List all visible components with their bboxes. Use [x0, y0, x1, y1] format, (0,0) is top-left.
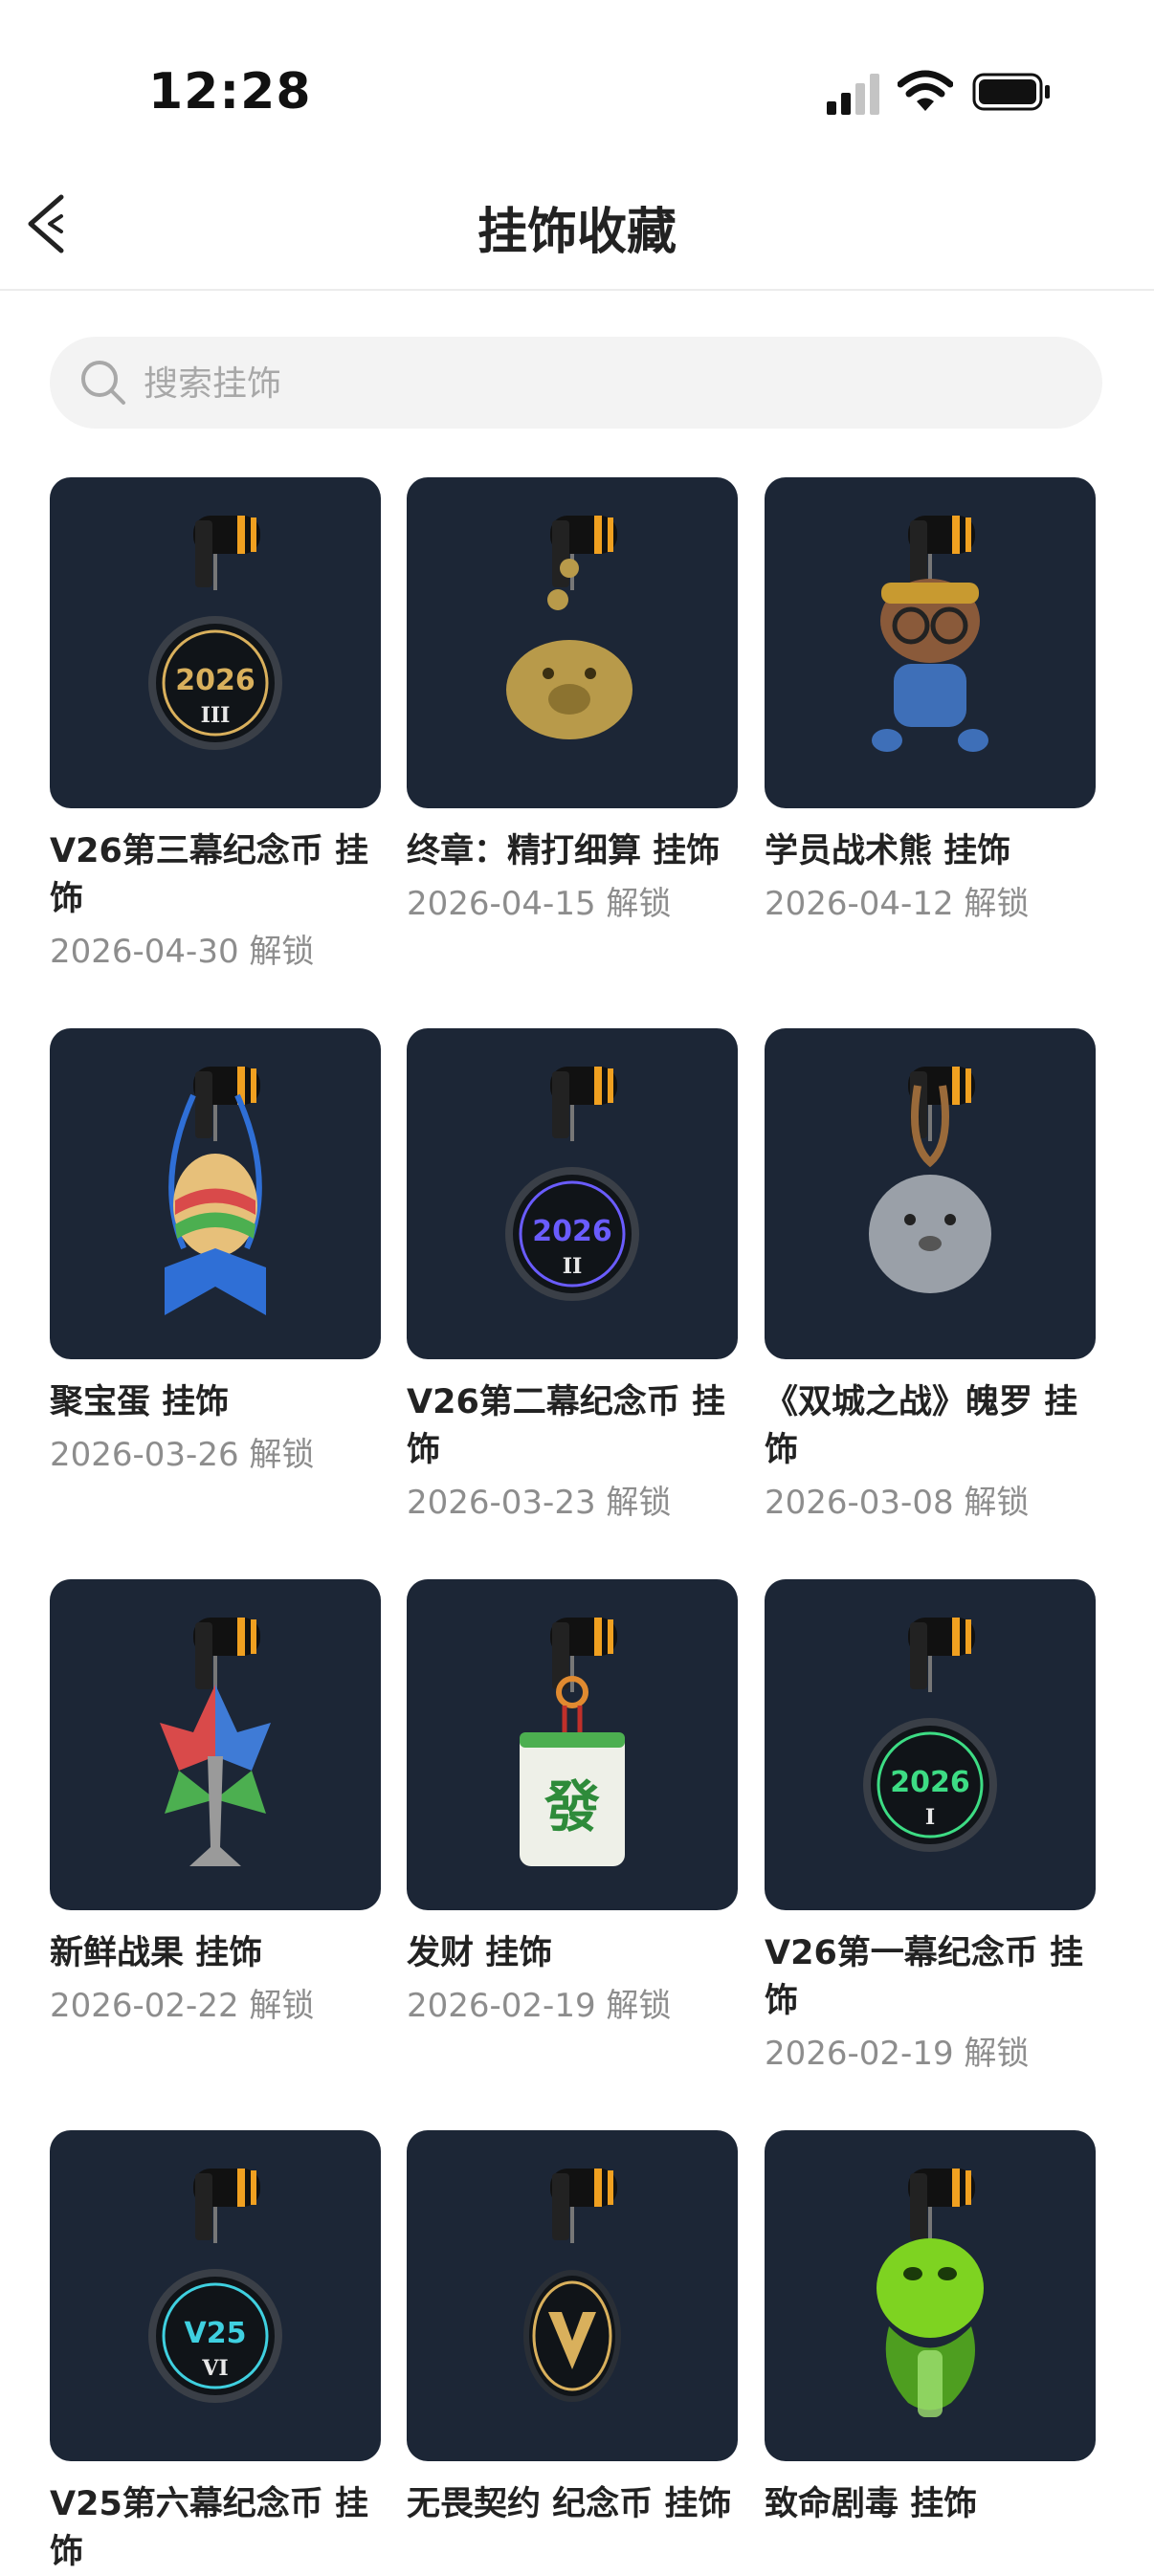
charm-card[interactable]: 学员战术熊 挂饰 2026-04-12 解锁: [765, 477, 1096, 927]
charm-card[interactable]: 2026 III V26第三幕纪念币 挂饰 2026-04-30 解锁: [50, 477, 381, 975]
gold-piggy-bank-icon: [506, 516, 632, 739]
poro-icon: [869, 1067, 991, 1293]
charm-thumbnail: [765, 2130, 1096, 2461]
charm-card[interactable]: 终章：精打细算 挂饰 2026-04-15 解锁: [407, 477, 738, 927]
charm-thumbnail: 2026 III: [50, 477, 381, 808]
charm-name: V26第三幕纪念币 挂饰: [50, 832, 368, 918]
svg-text:I: I: [925, 1805, 935, 1830]
charm-name: V26第一幕纪念币 挂饰: [765, 1934, 1083, 2020]
search-icon: [81, 361, 125, 405]
medallion-v25-VI-icon: V25 VI: [148, 2169, 282, 2403]
status-bar: 12:28: [0, 0, 1154, 143]
charm-card[interactable]: 致命剧毒 挂饰: [765, 2130, 1096, 2528]
unlock-date: 2026-03-08 解锁: [765, 1484, 1030, 1522]
medallion-2026-III-icon: 2026 III: [148, 516, 282, 750]
unlock-date: 2026-04-15 解锁: [407, 885, 672, 923]
unlock-date: 2026-03-26 解锁: [50, 1436, 315, 1474]
unlock-date: 2026-02-22 解锁: [50, 1987, 315, 2025]
charm-card[interactable]: 2026 I V26第一幕纪念币 挂饰 2026-02-19 解锁: [765, 1579, 1096, 2077]
charm-name: 新鲜战果 挂饰: [50, 1934, 263, 1972]
charm-name: 无畏契约 纪念币 挂饰: [407, 2485, 732, 2523]
venom-snake-icon: [877, 2169, 984, 2417]
charm-name: 致命剧毒 挂饰: [765, 2485, 978, 2523]
unlock-date: 2026-03-23 解锁: [407, 1484, 672, 1522]
search-input[interactable]: [142, 337, 1064, 430]
svg-text:VI: VI: [201, 2356, 228, 2381]
charm-name: 聚宝蛋 挂饰: [50, 1383, 230, 1421]
charm-thumbnail: [50, 1028, 381, 1359]
charm-thumbnail: 發: [407, 1579, 738, 1910]
unlock-date: 2026-04-30 解锁: [50, 933, 315, 971]
unlock-date: 2026-02-19 解锁: [765, 2035, 1030, 2073]
charm-card[interactable]: 新鲜战果 挂饰 2026-02-22 解锁: [50, 1579, 381, 2029]
svg-text:III: III: [201, 703, 231, 728]
charm-thumbnail: V25 VI: [50, 2130, 381, 2461]
svg-text:V25: V25: [185, 2317, 247, 2350]
easter-egg-basket-icon: [165, 1067, 266, 1315]
charm-name: V26第二幕纪念币 挂饰: [407, 1383, 725, 1469]
unlock-date: 2026-02-19 解锁: [407, 1987, 672, 2025]
charm-name: 《双城之战》魄罗 挂饰: [765, 1383, 1078, 1469]
charm-card[interactable]: 聚宝蛋 挂饰 2026-03-26 解锁: [50, 1028, 381, 1478]
tactical-bear-icon: [872, 516, 988, 752]
charm-thumbnail: [765, 1028, 1096, 1359]
wifi-icon: [898, 70, 953, 111]
valorant-logo-medallion-icon: [523, 2169, 621, 2402]
charm-card[interactable]: 无畏契约 纪念币 挂饰: [407, 2130, 738, 2528]
svg-text:2026: 2026: [532, 1215, 612, 1248]
charm-thumbnail: [407, 2130, 738, 2461]
svg-text:發: 發: [544, 1774, 600, 1839]
charm-name: 终章：精打细算 挂饰: [407, 832, 721, 870]
unlock-date: 2026-04-12 解锁: [765, 885, 1030, 923]
medallion-2026-I-icon: 2026 I: [863, 1618, 997, 1852]
charm-card[interactable]: V25 VI V25第六幕纪念币 挂饰: [50, 2130, 381, 2576]
battery-icon: [972, 73, 1050, 111]
mahjong-fa-tile-icon: 發: [520, 1618, 625, 1866]
status-time: 12:28: [148, 63, 312, 121]
charm-name: 发财 挂饰: [407, 1934, 553, 1972]
svg-text:2026: 2026: [890, 1766, 970, 1799]
search-bar[interactable]: [50, 337, 1102, 430]
charm-name: 学员战术熊 挂饰: [765, 832, 1011, 870]
maple-leaf-sprig-icon: [160, 1618, 271, 1866]
medallion-2026-II-icon: 2026 II: [505, 1067, 639, 1301]
svg-text:II: II: [563, 1254, 583, 1279]
charm-thumbnail: 2026 II: [407, 1028, 738, 1359]
svg-text:2026: 2026: [175, 664, 255, 697]
charm-name: V25第六幕纪念币 挂饰: [50, 2485, 368, 2571]
page-title: 挂饰收藏: [477, 204, 677, 261]
charm-card[interactable]: 發发财 挂饰 2026-02-19 解锁: [407, 1579, 738, 2029]
charm-thumbnail: [407, 477, 738, 808]
charm-thumbnail: [50, 1579, 381, 1910]
nav-bar: 挂饰收藏: [0, 161, 1154, 291]
cellular-signal-icon: [827, 74, 879, 115]
charm-card[interactable]: 2026 II V26第二幕纪念币 挂饰 2026-03-23 解锁: [407, 1028, 738, 1526]
charm-thumbnail: 2026 I: [765, 1579, 1096, 1910]
charm-thumbnail: [765, 477, 1096, 808]
charm-card[interactable]: 《双城之战》魄罗 挂饰 2026-03-08 解锁: [765, 1028, 1096, 1526]
